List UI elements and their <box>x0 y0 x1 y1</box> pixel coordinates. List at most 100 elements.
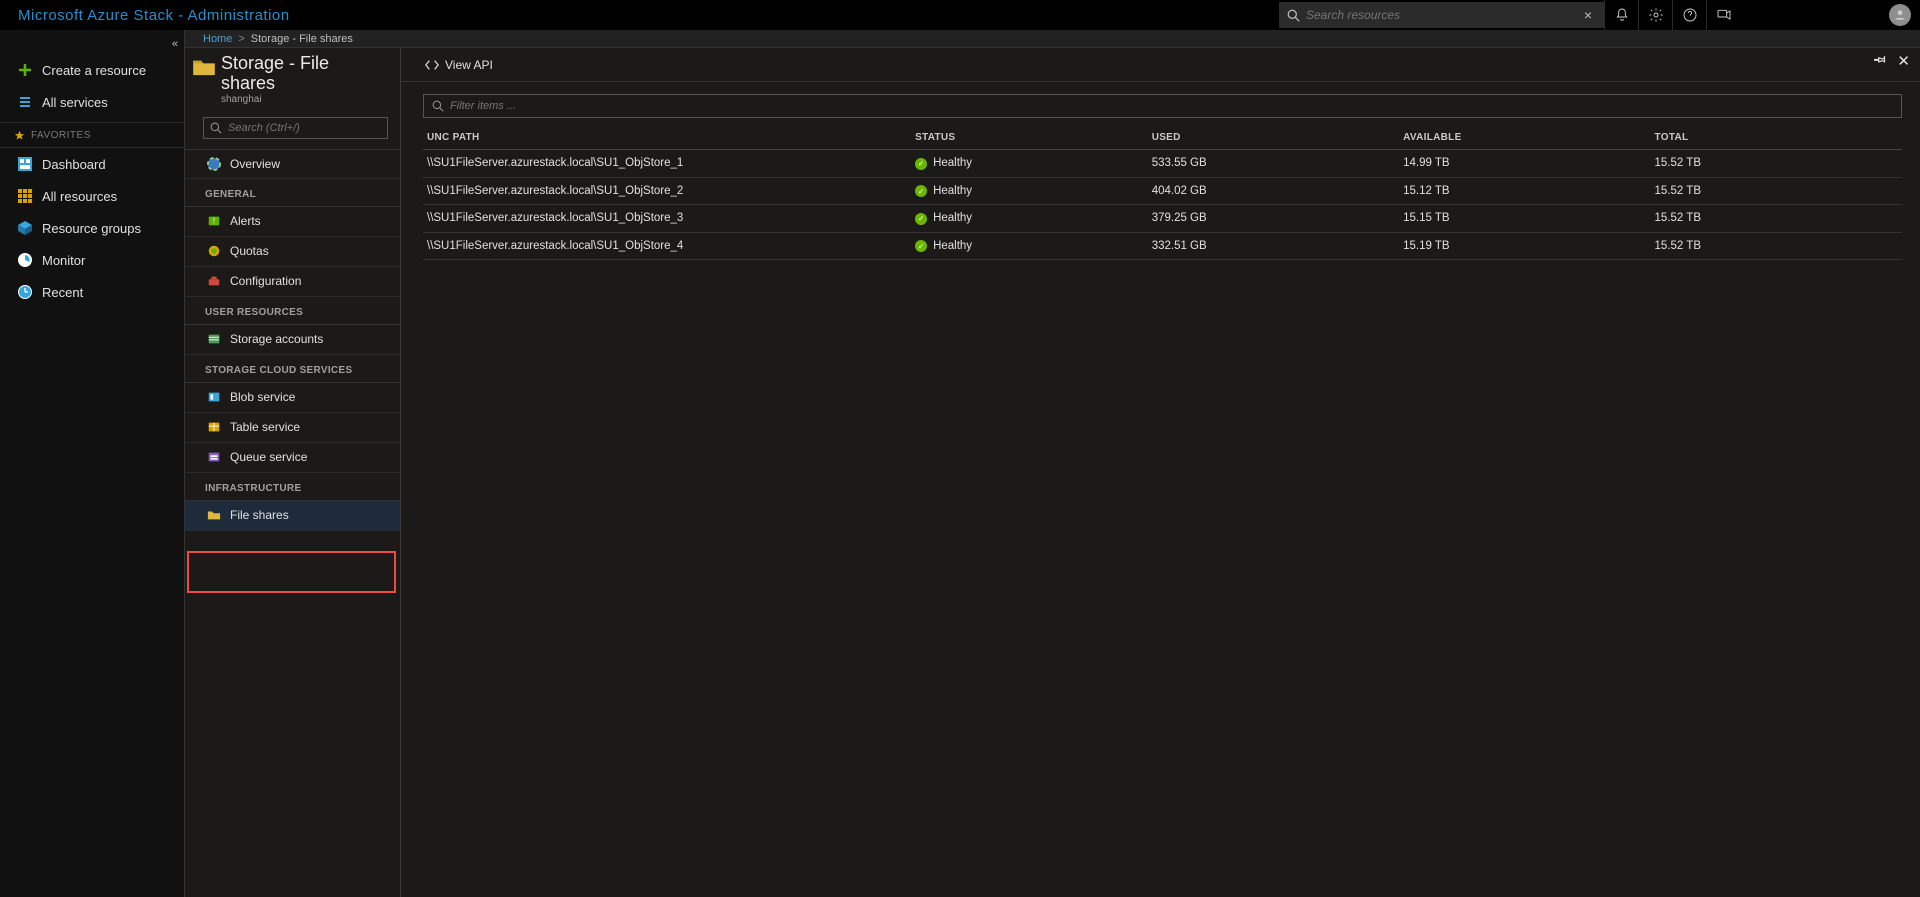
rm-configuration-label: Configuration <box>230 274 301 288</box>
table-row[interactable]: \\SU1FileServer.azurestack.local\SU1_Obj… <box>423 232 1902 260</box>
rm-storage-accounts[interactable]: Storage accounts <box>185 325 400 355</box>
bell-icon <box>1614 7 1630 23</box>
cube-icon <box>17 220 33 236</box>
nav-resource-groups[interactable]: Resource groups <box>0 212 184 244</box>
folder-small-icon <box>207 508 221 522</box>
breadcrumb-home[interactable]: Home <box>203 33 232 45</box>
status-ok-icon: ✓ <box>915 240 927 252</box>
notifications-button[interactable] <box>1604 0 1638 30</box>
clock-icon <box>17 284 33 300</box>
star-icon <box>14 130 25 141</box>
storage-icon <box>207 332 221 346</box>
cell-status: ✓Healthy <box>911 177 1148 205</box>
search-icon <box>432 100 444 112</box>
table-row[interactable]: \\SU1FileServer.azurestack.local\SU1_Obj… <box>423 150 1902 178</box>
account-menu[interactable] <box>1880 0 1920 30</box>
portal-title: Microsoft Azure Stack - Administration <box>18 7 290 24</box>
favorites-separator: FAVORITES <box>0 122 184 148</box>
rm-queue-label: Queue service <box>230 450 307 464</box>
rm-section-cloud: STORAGE CLOUD SERVICES <box>185 355 400 383</box>
settings-button[interactable] <box>1638 0 1672 30</box>
nav-monitor[interactable]: Monitor <box>0 244 184 276</box>
blob-icon <box>207 390 221 404</box>
person-icon <box>1893 8 1907 22</box>
col-unc-path[interactable]: UNC PATH <box>423 126 911 150</box>
rm-section-general: GENERAL <box>185 179 400 207</box>
monitor-icon <box>17 252 33 268</box>
plus-icon <box>17 62 33 78</box>
resource-subtitle: shanghai <box>221 94 388 105</box>
status-ok-icon: ✓ <box>915 213 927 225</box>
filter-input[interactable] <box>450 100 1893 112</box>
feedback-button[interactable] <box>1706 0 1740 30</box>
resource-menu-search-input[interactable] <box>228 122 381 134</box>
view-api-label: View API <box>445 58 493 72</box>
rm-blob-service[interactable]: Blob service <box>185 383 400 413</box>
help-button[interactable] <box>1672 0 1706 30</box>
close-button[interactable]: ✕ <box>1897 52 1910 70</box>
col-used[interactable]: USED <box>1148 126 1399 150</box>
cell-status: ✓Healthy <box>911 150 1148 178</box>
table-row[interactable]: \\SU1FileServer.azurestack.local\SU1_Obj… <box>423 177 1902 205</box>
rm-overview[interactable]: Overview <box>185 149 400 179</box>
alert-icon: ! <box>207 214 221 228</box>
rm-queue-service[interactable]: Queue service <box>185 443 400 473</box>
nav-all-resources[interactable]: All resources <box>0 180 184 212</box>
view-api-button[interactable]: View API <box>425 58 493 72</box>
search-icon <box>1287 9 1300 22</box>
search-clear-icon[interactable]: × <box>1580 7 1596 23</box>
search-icon <box>210 122 222 134</box>
pin-button[interactable] <box>1873 52 1887 70</box>
cell-used: 404.02 GB <box>1148 177 1399 205</box>
global-search[interactable]: × <box>1279 2 1604 28</box>
main-blade: ✕ View API UNC PATH STATUS <box>401 48 1920 897</box>
content-area: Home > Storage - File shares Storage - F… <box>185 30 1920 897</box>
col-status[interactable]: STATUS <box>911 126 1148 150</box>
file-shares-table: UNC PATH STATUS USED AVAILABLE TOTAL \\S… <box>423 126 1902 260</box>
resource-header: Storage - File shares shanghai <box>185 48 400 115</box>
filter-box[interactable] <box>423 94 1902 118</box>
queue-icon <box>207 450 221 464</box>
cell-path: \\SU1FileServer.azurestack.local\SU1_Obj… <box>423 177 911 205</box>
list-icon <box>17 94 33 110</box>
cell-used: 332.51 GB <box>1148 232 1399 260</box>
rm-quotas[interactable]: Quotas <box>185 237 400 267</box>
table-row[interactable]: \\SU1FileServer.azurestack.local\SU1_Obj… <box>423 205 1902 233</box>
rm-configuration[interactable]: Configuration <box>185 267 400 297</box>
svg-text:!: ! <box>213 217 215 226</box>
highlight-annotation <box>187 551 396 593</box>
create-resource-label: Create a resource <box>42 63 146 78</box>
resource-menu-search[interactable] <box>203 117 388 139</box>
nav-recent[interactable]: Recent <box>0 276 184 308</box>
cell-total: 15.52 TB <box>1651 177 1902 205</box>
top-icon-strip <box>1604 0 1740 30</box>
create-resource-button[interactable]: Create a resource <box>0 54 184 86</box>
all-services-button[interactable]: All services <box>0 86 184 118</box>
cell-path: \\SU1FileServer.azurestack.local\SU1_Obj… <box>423 232 911 260</box>
status-ok-icon: ✓ <box>915 158 927 170</box>
rm-file-shares[interactable]: File shares <box>185 501 400 531</box>
cell-available: 15.12 TB <box>1399 177 1650 205</box>
nav-dashboard[interactable]: Dashboard <box>0 148 184 180</box>
cell-total: 15.52 TB <box>1651 205 1902 233</box>
gear-icon <box>1648 7 1664 23</box>
col-available[interactable]: AVAILABLE <box>1399 126 1650 150</box>
cell-status: ✓Healthy <box>911 232 1148 260</box>
rm-section-user: USER RESOURCES <box>185 297 400 325</box>
feedback-icon <box>1716 7 1732 23</box>
all-services-label: All services <box>42 95 108 110</box>
nav-all-resources-label: All resources <box>42 189 117 204</box>
rm-table-service[interactable]: Table service <box>185 413 400 443</box>
cell-path: \\SU1FileServer.azurestack.local\SU1_Obj… <box>423 150 911 178</box>
code-icon <box>425 58 439 72</box>
col-total[interactable]: TOTAL <box>1651 126 1902 150</box>
rm-alerts[interactable]: !Alerts <box>185 207 400 237</box>
globe-icon <box>207 157 221 171</box>
cell-used: 379.25 GB <box>1148 205 1399 233</box>
cell-total: 15.52 TB <box>1651 232 1902 260</box>
top-bar: Microsoft Azure Stack - Administration × <box>0 0 1920 30</box>
global-search-input[interactable] <box>1306 8 1580 22</box>
nav-recent-label: Recent <box>42 285 83 300</box>
nav-collapse-toggle[interactable]: « <box>172 38 178 50</box>
rm-section-infra: INFRASTRUCTURE <box>185 473 400 501</box>
